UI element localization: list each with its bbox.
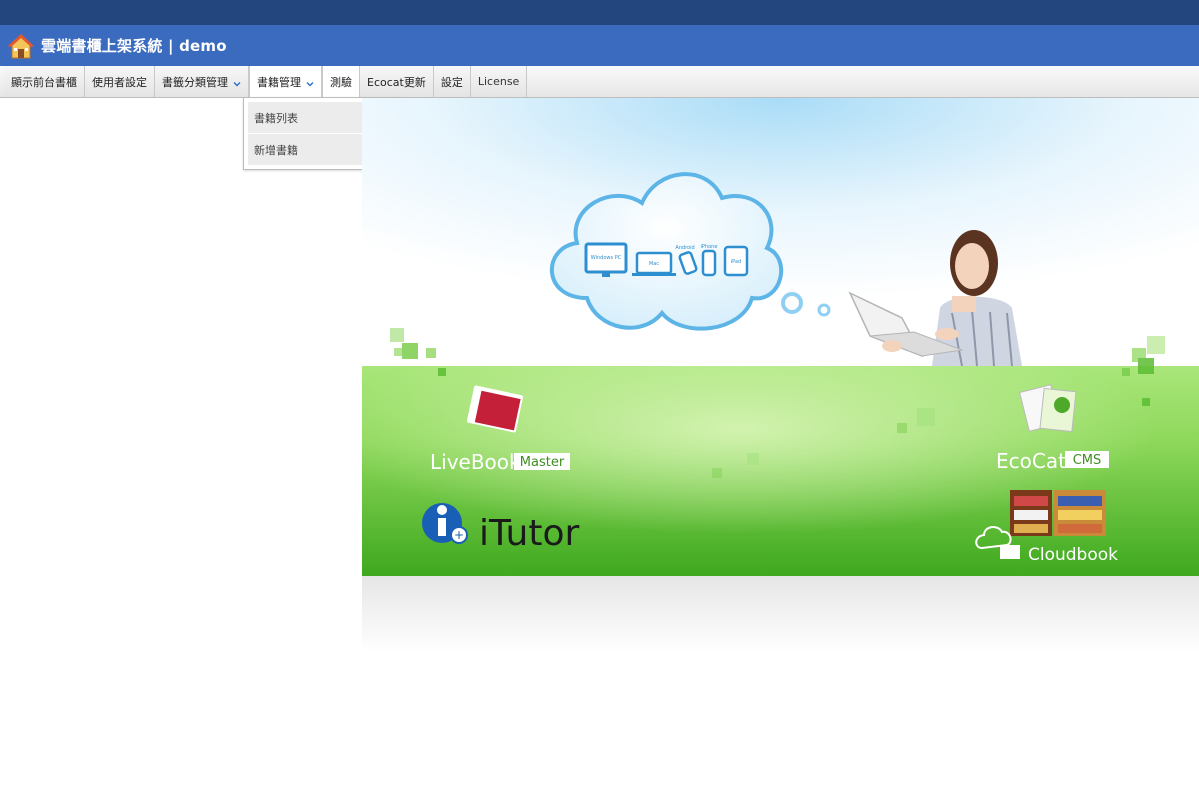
ecocat-text: EcoCat [996,449,1066,473]
itutor-text: iTutor [479,513,579,554]
home-icon[interactable] [7,32,35,60]
menu-item-label: 顯示前台書櫃 [11,75,77,89]
app-header: 雲端書櫃上架系統 | demo [0,25,1199,66]
menu-item-book-management[interactable]: 書籍管理 [249,66,322,98]
menu-item-label: 書籍管理 [257,76,301,89]
menu-item-show-frontend-bookshelf[interactable]: 顯示前台書櫃 [4,66,85,97]
menu-item-category-management[interactable]: 書籤分類管理 [155,66,249,97]
menu-item-license[interactable]: License [470,66,528,97]
device-label: Mac [649,261,659,267]
welcome-banner: Windows PC Mac Android iPhone iPad LiveB… [362,98,1199,653]
banner-graphic: Windows PC Mac Android iPhone iPad LiveB… [362,98,1199,653]
main-menu-bar: 顯示前台書櫃 使用者設定 書籤分類管理 書籍管理 測驗 Ecocat更新 設定 … [0,66,1199,98]
menu-item-label: 書籤分類管理 [162,75,228,89]
device-label: Windows PC [591,255,622,261]
top-strip [0,0,1199,25]
menu-item-settings[interactable]: 設定 [433,66,471,97]
device-label: Android [675,245,694,251]
chevron-down-icon [306,78,314,87]
livebook-text: LiveBook [430,450,521,474]
menu-item-label: License [477,75,520,88]
device-label: iPad [731,259,741,265]
ecocat-badge: CMS [1073,453,1102,468]
menu-item-label: 測驗 [330,76,352,89]
menu-item-label: 使用者設定 [92,75,147,89]
device-label: iPhone [701,244,718,250]
menu-item-quiz[interactable]: 測驗 [322,66,360,98]
app-title: 雲端書櫃上架系統 | demo [41,37,227,55]
menu-item-user-settings[interactable]: 使用者設定 [85,66,155,97]
cloudbook-text: Cloudbook [1028,545,1118,565]
plus-icon: + [454,528,464,542]
menu-item-label: 設定 [440,75,463,89]
chevron-down-icon [233,78,241,86]
menu-item-ecocat-update[interactable]: Ecocat更新 [360,66,434,97]
menu-item-label: Ecocat更新 [367,75,426,89]
livebook-badge: Master [520,455,565,470]
